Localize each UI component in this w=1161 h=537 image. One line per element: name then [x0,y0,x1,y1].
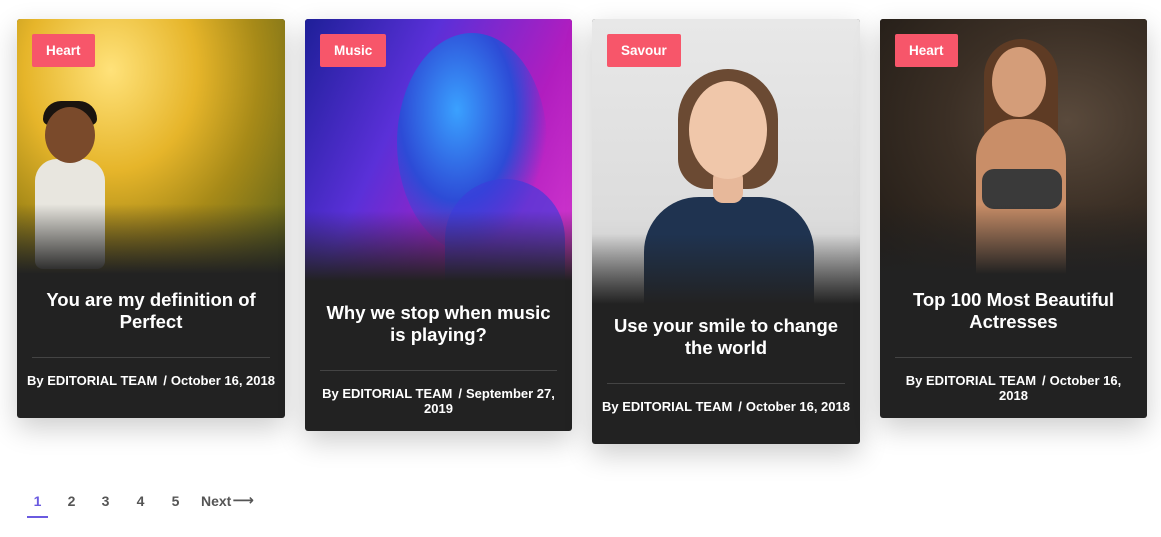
arrow-right-icon: ⟶ [232,492,254,509]
divider [320,370,557,371]
photo-figure [35,159,105,269]
page-2-link[interactable]: 2 [61,490,82,518]
post-author[interactable]: By EDITORIAL TEAM [27,373,157,388]
photo-figure [45,107,95,163]
post-card[interactable]: Savour Use your smile to change the worl… [592,19,860,444]
page-3-link[interactable]: 3 [95,490,116,518]
post-meta: By EDITORIAL TEAM / October 16, 2018 [602,399,850,414]
post-date: October 16, 2018 [745,399,850,414]
post-title[interactable]: Top 100 Most Beautiful Actresses [898,289,1129,333]
photo-figure [992,47,1046,117]
post-card[interactable]: Heart You are my definition of Perfect B… [17,19,285,418]
divider [32,357,270,358]
post-meta: By EDITORIAL TEAM / September 27, 2019 [315,386,562,416]
page-5-link[interactable]: 5 [165,490,186,518]
photo-figure [689,81,767,179]
photo-figure [445,179,565,281]
next-page-button[interactable]: Next ⟶ [201,490,254,512]
photo-figure [397,33,547,253]
category-badge[interactable]: Heart [895,34,958,67]
post-author[interactable]: By EDITORIAL TEAM [322,386,452,401]
post-meta: By EDITORIAL TEAM / October 16, 2018 [890,373,1137,403]
divider [895,357,1132,358]
blog-post-grid: Heart You are my definition of Perfect B… [0,0,1161,537]
category-badge[interactable]: Heart [32,34,95,67]
meta-separator: / [1042,373,1046,388]
divider [607,383,845,384]
pagination: 1 2 3 4 5 Next ⟶ [27,490,254,520]
page-4-link[interactable]: 4 [130,490,151,518]
photo-figure [982,169,1062,209]
post-card[interactable]: Music Why we stop when music is playing?… [305,19,572,431]
meta-separator: / [738,399,742,414]
page-1-link[interactable]: 1 [27,490,48,518]
post-card[interactable]: Heart Top 100 Most Beautiful Actresses B… [880,19,1147,418]
category-badge[interactable]: Savour [607,34,681,67]
photo-figure [644,197,814,304]
next-label: Next [201,493,232,509]
post-title[interactable]: Why we stop when music is playing? [323,302,554,346]
meta-separator: / [458,386,462,401]
post-author[interactable]: By EDITORIAL TEAM [602,399,732,414]
post-meta: By EDITORIAL TEAM / October 16, 2018 [27,373,275,388]
post-author[interactable]: By EDITORIAL TEAM [906,373,1036,388]
post-title[interactable]: Use your smile to change the world [610,315,842,359]
post-date: October 16, 2018 [170,373,275,388]
category-badge[interactable]: Music [320,34,387,67]
meta-separator: / [163,373,167,388]
post-title[interactable]: You are my definition of Perfect [35,289,267,333]
